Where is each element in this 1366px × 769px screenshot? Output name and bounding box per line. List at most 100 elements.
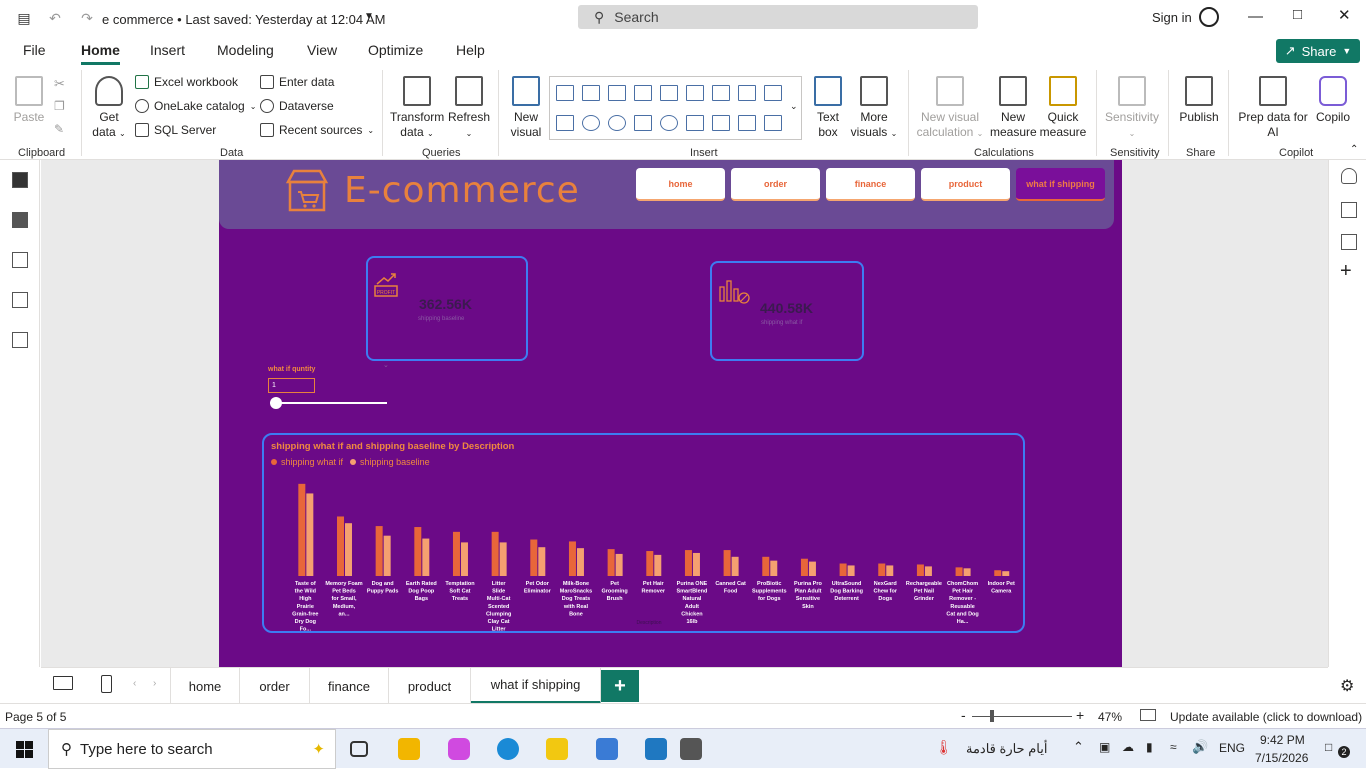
taskbar-search-box[interactable]: ⚲ Type here to search ✦	[48, 729, 336, 769]
bar-what-if-11[interactable]	[723, 550, 731, 576]
nav-finance-button[interactable]: finance	[826, 168, 915, 201]
redo-icon[interactable]: ↷	[77, 8, 97, 28]
bar-what-if-16[interactable]	[916, 564, 924, 576]
edge-icon[interactable]	[497, 738, 519, 760]
cut-icon[interactable]: ✂	[54, 76, 65, 92]
bar-baseline-11[interactable]	[731, 556, 739, 576]
bar-what-if-3[interactable]	[414, 527, 422, 576]
visual-gallery[interactable]: ⌄	[549, 76, 802, 140]
add-pane-icon[interactable]: +	[1340, 260, 1352, 283]
gauge-icon[interactable]	[686, 115, 704, 131]
clustered-column-chart-icon[interactable]	[634, 85, 652, 101]
bar-baseline-1[interactable]	[344, 523, 352, 576]
menu-home[interactable]: Home	[81, 42, 120, 65]
zoom-out-icon[interactable]: -	[961, 707, 966, 723]
bar-baseline-17[interactable]	[963, 568, 971, 576]
kpi-card-shipping-what-if[interactable]: 440.58K shipping what if	[710, 261, 864, 361]
bar-baseline-6[interactable]	[538, 547, 546, 576]
bar-baseline-14[interactable]	[847, 565, 855, 576]
table-view-icon[interactable]	[12, 212, 28, 228]
bar-baseline-15[interactable]	[886, 565, 894, 576]
format-painter-icon[interactable]: ✎	[54, 122, 64, 136]
bar-baseline-0[interactable]	[306, 493, 314, 576]
quick-measure-button[interactable]: Quick measure	[1039, 76, 1087, 140]
zoom-level[interactable]: 47%	[1098, 710, 1122, 724]
page-tab-product[interactable]: product	[389, 668, 471, 704]
bar-what-if-13[interactable]	[800, 558, 808, 576]
add-page-button[interactable]: +	[601, 670, 639, 702]
zoom-slider-thumb[interactable]	[990, 710, 994, 722]
language-indicator[interactable]: ENG	[1219, 741, 1245, 755]
menu-help[interactable]: Help	[456, 42, 485, 58]
bar-baseline-2[interactable]	[383, 535, 391, 576]
zoom-in-icon[interactable]: +	[1076, 707, 1084, 723]
app2-icon[interactable]	[680, 738, 702, 760]
taskbar-search-input[interactable]: Type here to search	[80, 741, 213, 758]
tray-expand-icon[interactable]: ⌃	[1073, 739, 1084, 755]
enter-data-button[interactable]: Enter data	[260, 75, 334, 89]
bar-baseline-10[interactable]	[692, 552, 700, 576]
sensitivity-button[interactable]: Sensitivity ⌄	[1102, 76, 1162, 141]
desktop-layout-icon[interactable]	[53, 676, 73, 690]
data-pane-icon[interactable]	[1341, 168, 1357, 184]
bar-baseline-8[interactable]	[615, 553, 623, 576]
onedrive-icon[interactable]: ☁	[1122, 740, 1134, 754]
refresh-button[interactable]: Refresh ⌄	[447, 76, 491, 141]
report-view-icon[interactable]	[12, 172, 28, 188]
new-measure-button[interactable]: New measure	[990, 76, 1037, 140]
donut-chart-icon[interactable]	[608, 115, 626, 131]
treemap-icon[interactable]	[634, 115, 652, 131]
format-pane-icon[interactable]	[1341, 234, 1357, 250]
nav-home-button[interactable]: home	[636, 168, 725, 201]
close-icon[interactable]: ✕	[1338, 6, 1351, 24]
outlook-icon[interactable]	[645, 738, 667, 760]
more-visuals-button[interactable]: More visuals ⌄	[850, 76, 898, 141]
bar-what-if-1[interactable]	[336, 516, 344, 576]
battery-icon[interactable]: ▮	[1146, 740, 1153, 754]
visualizations-pane-icon[interactable]	[1341, 202, 1357, 218]
save-icon[interactable]: ▤	[14, 8, 34, 28]
bar-baseline-7[interactable]	[576, 548, 584, 576]
funnel-icon[interactable]	[556, 115, 574, 131]
weather-text[interactable]: أيام حارة قادمة	[966, 741, 1047, 757]
undo-icon[interactable]: ↶	[45, 8, 65, 28]
mobile-layout-icon[interactable]	[101, 675, 112, 693]
bar-baseline-5[interactable]	[499, 542, 507, 576]
collapse-ribbon-icon[interactable]: ⌃	[1350, 144, 1358, 155]
model-view-icon[interactable]	[12, 252, 28, 268]
bar-what-if-7[interactable]	[568, 541, 576, 576]
table-visual-icon[interactable]	[738, 115, 756, 131]
bar-what-if-12[interactable]	[762, 556, 770, 576]
menu-optimize[interactable]: Optimize	[368, 42, 423, 58]
text-box-button[interactable]: Text box	[810, 76, 846, 140]
nav-what-if-shipping-button[interactable]: what if shipping	[1016, 168, 1105, 201]
page-tab-what-if-shipping[interactable]: what if shipping	[471, 668, 601, 704]
bar-baseline-9[interactable]	[654, 554, 662, 576]
pie-chart-icon[interactable]	[582, 115, 600, 131]
gallery-expand-icon[interactable]: ⌄	[790, 101, 798, 112]
network-icon[interactable]: ▣	[1099, 740, 1110, 754]
bar-baseline-16[interactable]	[924, 566, 932, 576]
page-tab-home[interactable]: home	[170, 668, 240, 704]
publish-button[interactable]: Publish	[1176, 76, 1222, 125]
update-available-link[interactable]: Update available (click to download)	[1170, 710, 1362, 724]
weather-icon[interactable]: 🌡	[935, 739, 953, 756]
bar-what-if-8[interactable]	[607, 549, 615, 576]
copy-icon[interactable]: ❐	[54, 99, 65, 113]
column-line-chart-icon[interactable]	[660, 85, 678, 101]
matrix-icon[interactable]	[764, 115, 782, 131]
map-icon[interactable]	[660, 115, 678, 131]
wifi-icon[interactable]: ≈	[1170, 740, 1177, 754]
menu-file[interactable]: File	[23, 42, 46, 58]
search-box[interactable]: ⚲ Search	[578, 5, 978, 29]
windows-start-icon[interactable]	[16, 741, 33, 758]
slicer-value-input[interactable]: 1	[268, 378, 315, 393]
tab-scroll-left-icon[interactable]: ‹	[133, 678, 136, 689]
new-visual-button[interactable]: New visual	[506, 76, 546, 140]
onelake-catalog-button[interactable]: OneLake catalog ⌄	[135, 99, 256, 113]
menu-insert[interactable]: Insert	[150, 42, 185, 58]
bar-what-if-0[interactable]	[298, 483, 306, 576]
kpi-card-shipping-baseline[interactable]: PROFIT 362.56K shipping baseline	[366, 256, 528, 361]
dax-query-view-icon[interactable]	[12, 292, 28, 308]
paste-button[interactable]: Paste	[10, 76, 48, 125]
